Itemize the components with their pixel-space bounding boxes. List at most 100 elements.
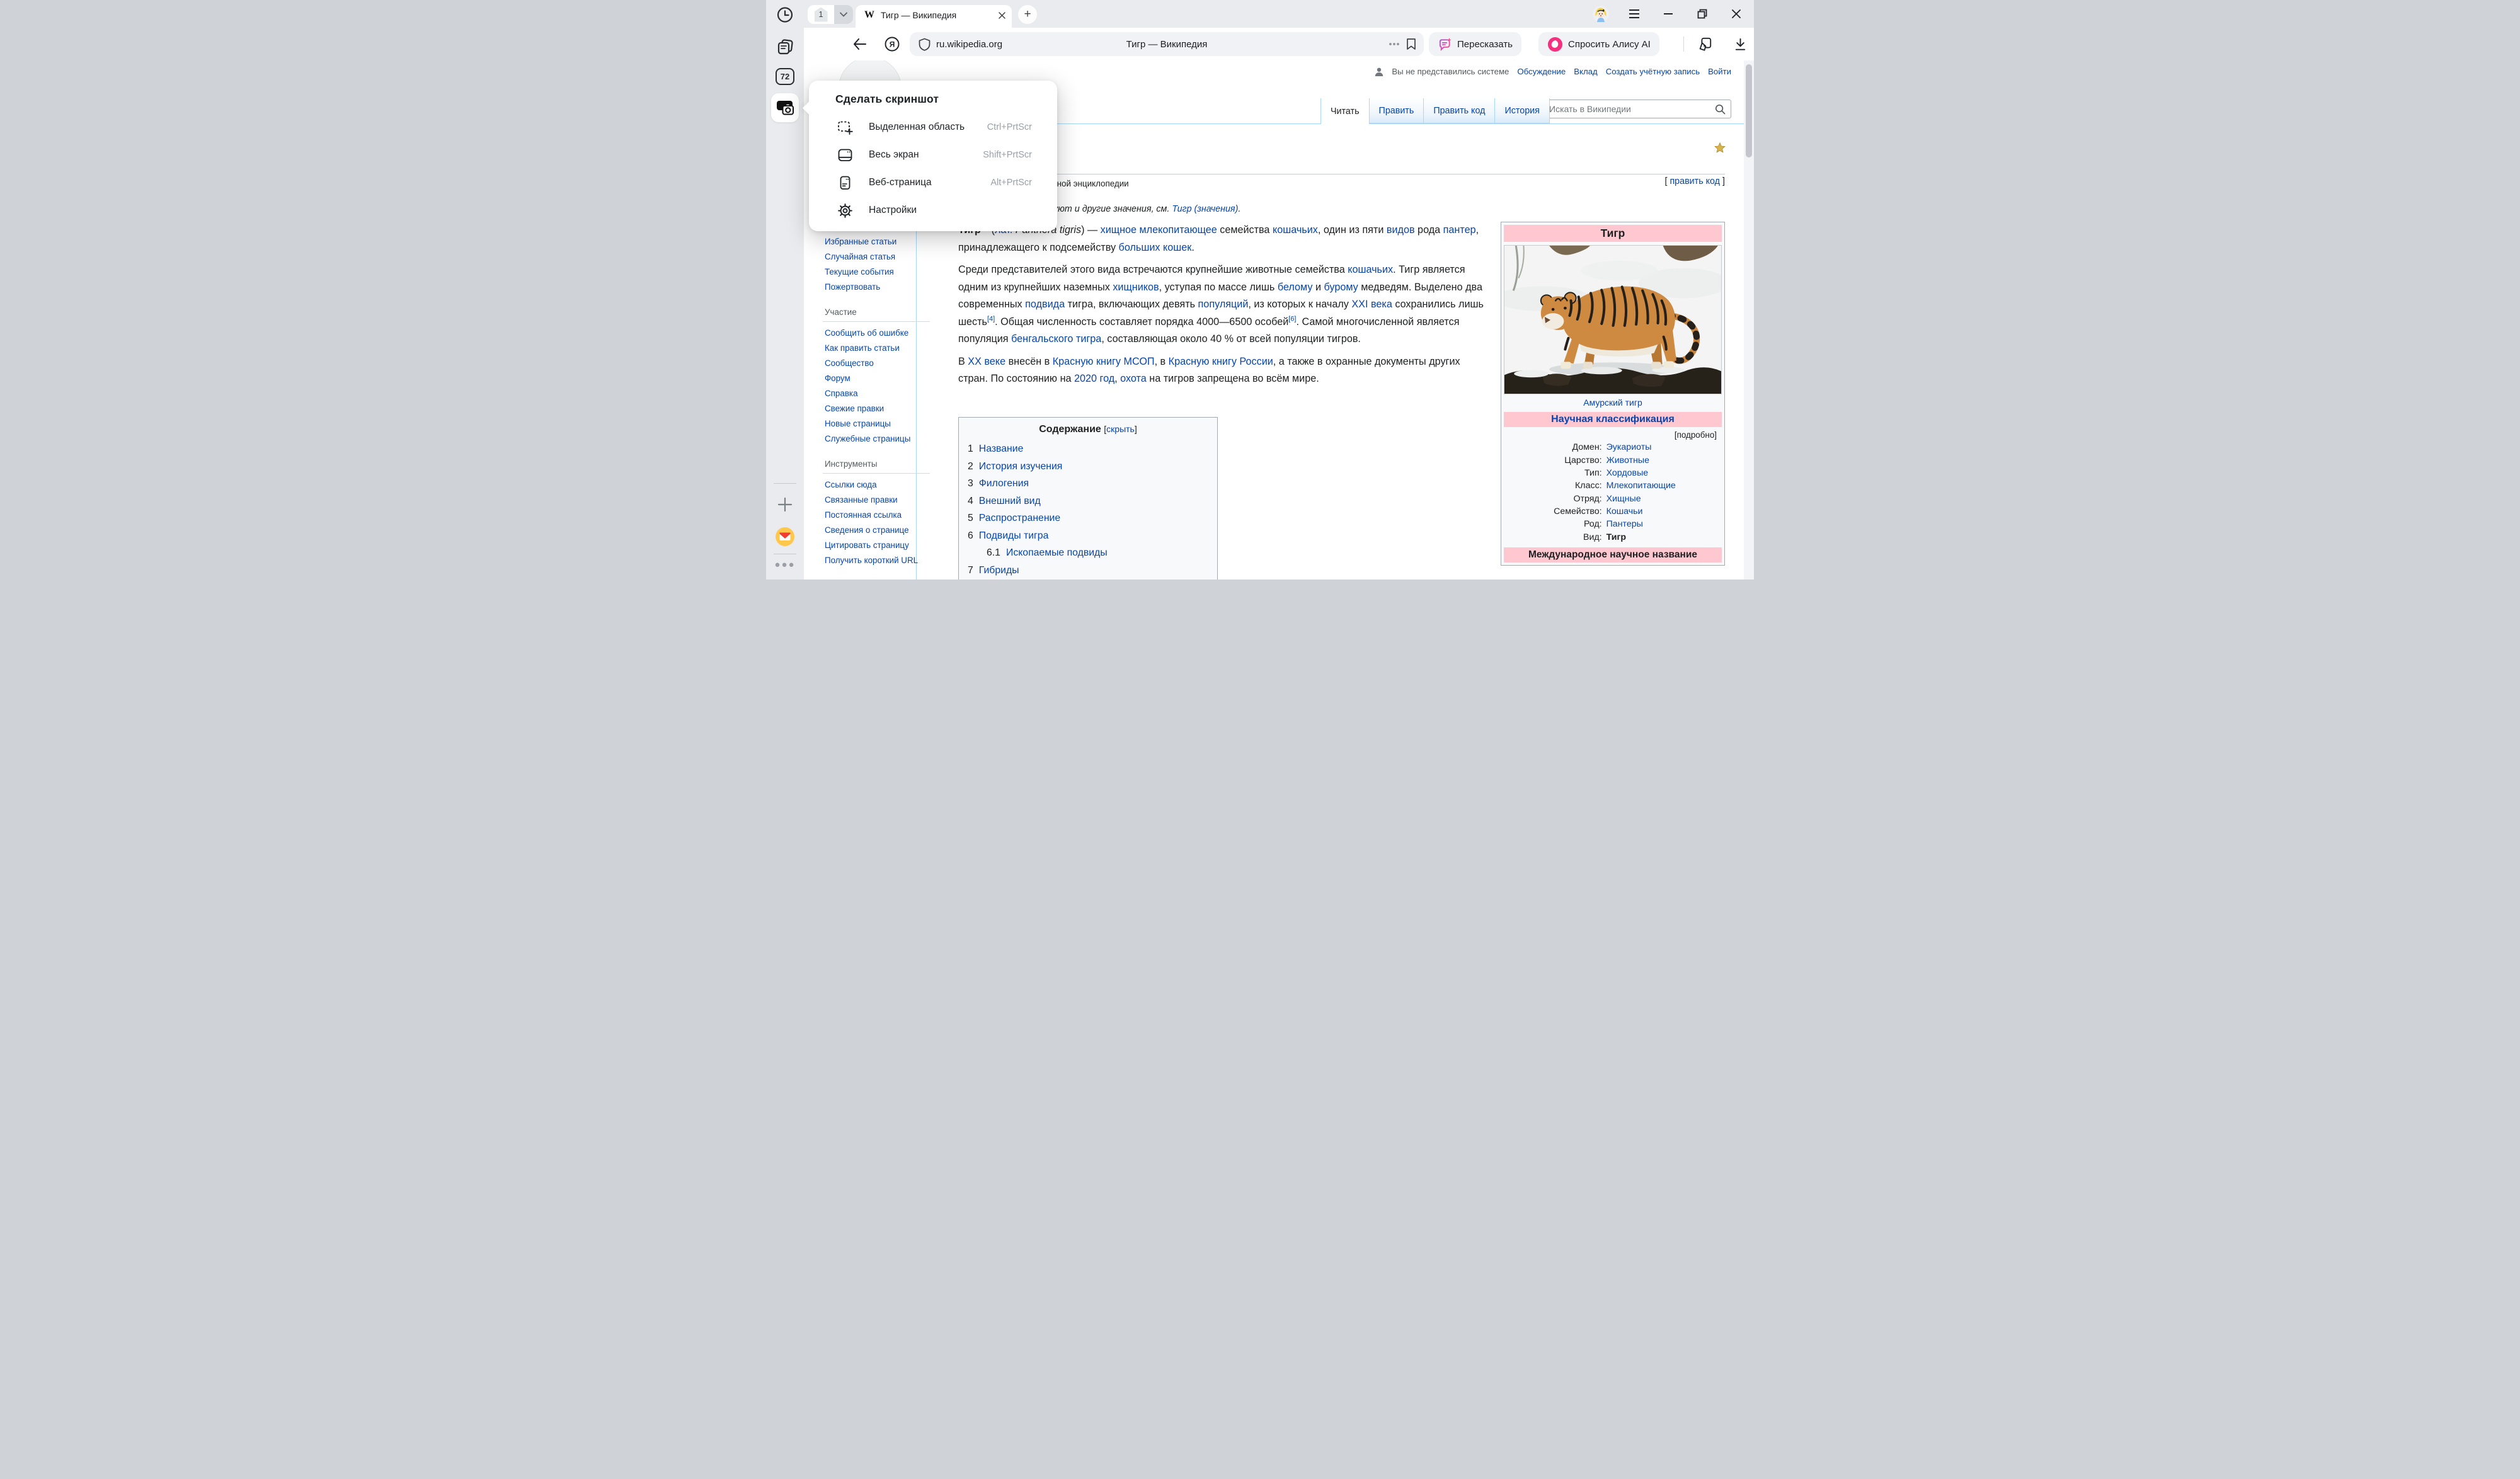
- rail-add-button[interactable]: [777, 496, 793, 513]
- notes-icon[interactable]: [1697, 37, 1712, 52]
- screenshot-menu: Сделать скриншот Выделенная область Ctrl…: [809, 81, 1057, 231]
- history-icon[interactable]: [777, 6, 794, 23]
- sidebar-item-how-to-edit[interactable]: Как править статьи: [823, 341, 930, 356]
- sidebar-item-what-links-here[interactable]: Ссылки сюда: [823, 477, 930, 493]
- sidebar-item-recent-changes[interactable]: Свежие правки: [823, 401, 930, 416]
- toc-hide-link[interactable]: скрыть: [1106, 424, 1135, 434]
- details-link[interactable]: [подробно]: [1504, 427, 1722, 441]
- taxon-kingdom-link[interactable]: Животные: [1606, 455, 1649, 465]
- table-row: Отряд:Хищные: [1504, 493, 1722, 505]
- classification-table: Домен:Эукариоты Царство:Животные Тип:Хор…: [1504, 441, 1722, 544]
- sidebar-header-participation: Участие: [823, 306, 930, 322]
- sidebar-item-current-events[interactable]: Текущие события: [823, 265, 930, 280]
- tab-group-pill[interactable]: 1: [808, 5, 853, 24]
- personal-link-contribs[interactable]: Вклад: [1574, 67, 1597, 76]
- scrollbar-thumb[interactable]: [1746, 64, 1752, 157]
- minimize-button[interactable]: [1660, 6, 1676, 22]
- url-text: ru.wikipedia.org: [936, 39, 1002, 50]
- sidebar-item-featured[interactable]: Избранные статьи: [823, 234, 930, 249]
- wiki-sidebar: Избранные статьи Случайная статья Текущи…: [823, 234, 930, 568]
- taxon-family-link[interactable]: Кошачьи: [1606, 506, 1643, 517]
- restore-button[interactable]: [1694, 6, 1710, 22]
- tab-history[interactable]: История: [1494, 98, 1549, 123]
- weather-badge[interactable]: 72: [776, 68, 794, 85]
- yandex-mail-icon[interactable]: [773, 525, 797, 549]
- omnibox[interactable]: ru.wikipedia.org Тигр — Википедия: [910, 32, 1424, 56]
- retell-button[interactable]: Пересказать: [1429, 32, 1521, 56]
- menu-item-settings[interactable]: Настройки: [809, 197, 1057, 224]
- personal-link-login[interactable]: Войти: [1708, 67, 1731, 76]
- tab-close-icon[interactable]: [999, 12, 1005, 19]
- retell-label: Пересказать: [1457, 39, 1513, 50]
- taxobox-title: Тигр: [1504, 225, 1722, 242]
- wiki-search-input[interactable]: [1549, 104, 1715, 114]
- selection-area-icon: [837, 119, 854, 136]
- tab-group-chevron-icon[interactable]: [834, 5, 853, 24]
- menu-item-selected-area[interactable]: Выделенная область Ctrl+PrtScr: [809, 113, 1057, 141]
- sidebar-item-related-changes[interactable]: Связанные правки: [823, 493, 930, 508]
- tiger-photo[interactable]: [1504, 245, 1722, 394]
- sidebar-item-report-error[interactable]: Сообщить об ошибке: [823, 326, 930, 341]
- amur-tiger-link[interactable]: Амурский тигр: [1583, 397, 1642, 408]
- toc-link-history[interactable]: История изучения: [979, 461, 1063, 472]
- sidebar-item-community[interactable]: Сообщество: [823, 356, 930, 371]
- profile-avatar[interactable]: [1593, 6, 1609, 22]
- taxon-class-link[interactable]: Млекопитающие: [1606, 481, 1676, 491]
- sidebar-item-short-url[interactable]: Получить короткий URL: [823, 553, 930, 568]
- toc-link-subspecies[interactable]: Подвиды тигра: [979, 530, 1049, 541]
- bookmark-icon[interactable]: [1406, 38, 1416, 50]
- menu-item-full-screen[interactable]: Весь экран Shift+PrtScr: [809, 141, 1057, 169]
- sidebar-item-permanent-link[interactable]: Постоянная ссылка: [823, 508, 930, 523]
- toc-link-hybrids[interactable]: Гибриды: [979, 565, 1019, 576]
- new-tab-button[interactable]: +: [1018, 5, 1037, 24]
- menu-item-web-page[interactable]: Веб-страница Alt+PrtScr: [809, 169, 1057, 197]
- personal-link-talk[interactable]: Обсуждение: [1517, 67, 1566, 76]
- personal-link-createaccount[interactable]: Создать учётную запись: [1606, 67, 1700, 76]
- active-tab[interactable]: W Тигр — Википедия: [856, 5, 1012, 28]
- sidebar-item-special-pages[interactable]: Служебные страницы: [823, 431, 930, 447]
- taxon-domain-link[interactable]: Эукариоты: [1606, 442, 1652, 452]
- toc-link-distribution[interactable]: Распространение: [979, 513, 1060, 523]
- browser-menu-icon[interactable]: [1626, 6, 1642, 22]
- sidebar-item-random[interactable]: Случайная статья: [823, 249, 930, 265]
- screenshot-tool-button[interactable]: [771, 93, 799, 122]
- tab-read[interactable]: Читать: [1320, 98, 1369, 124]
- sidebar-item-cite-page[interactable]: Цитировать страницу: [823, 538, 930, 553]
- toc-item: 6Подвиды тигра: [968, 527, 1208, 545]
- ask-alice-button[interactable]: Спросить Алису AI: [1538, 32, 1659, 56]
- yandex-search-icon[interactable]: Я: [885, 37, 900, 52]
- tab-group-badge: 1: [815, 8, 828, 22]
- edit-section-link[interactable]: [ править код ]: [1664, 176, 1725, 186]
- taxon-genus-link[interactable]: Пантеры: [1606, 519, 1643, 529]
- taxon-phylum-link[interactable]: Хордовые: [1606, 468, 1649, 478]
- featured-article-star-icon[interactable]: [1714, 142, 1726, 154]
- notes-stack-icon[interactable]: [776, 38, 794, 55]
- tab-edit[interactable]: Править: [1369, 98, 1424, 123]
- toc-link-name[interactable]: Название: [979, 443, 1024, 454]
- toc-link-phylogeny[interactable]: Филогения: [979, 478, 1029, 489]
- close-button[interactable]: [1728, 6, 1744, 22]
- wiki-search[interactable]: [1542, 100, 1731, 118]
- rail-more-icon[interactable]: ●●●: [774, 559, 795, 570]
- anon-notice: Вы не представились системе: [1392, 67, 1509, 76]
- site-security-shield-icon[interactable]: [919, 38, 931, 51]
- sidebar-item-forum[interactable]: Форум: [823, 371, 930, 386]
- search-icon[interactable]: [1715, 104, 1726, 115]
- sidebar-item-page-info[interactable]: Сведения о странице: [823, 523, 930, 538]
- toc-link-appearance[interactable]: Внешний вид: [979, 496, 1041, 506]
- taxon-order-link[interactable]: Хищные: [1606, 494, 1641, 504]
- tab-edit-source[interactable]: Править код: [1423, 98, 1494, 123]
- omnibox-more-icon[interactable]: [1389, 42, 1400, 46]
- sidebar-item-help[interactable]: Справка: [823, 386, 930, 401]
- toc-link-fossil-subspecies[interactable]: Ископаемые подвиды: [1006, 547, 1108, 558]
- toc-title: Содержание: [1039, 424, 1101, 435]
- edit-source-link[interactable]: править код: [1670, 176, 1720, 186]
- sidebar-item-donate[interactable]: Пожертвовать: [823, 280, 930, 295]
- back-icon[interactable]: [852, 37, 867, 52]
- downloads-icon[interactable]: [1732, 37, 1748, 52]
- sidebar-item-new-pages[interactable]: Новые страницы: [823, 416, 930, 431]
- gear-icon: [837, 202, 854, 219]
- page-scrollbar[interactable]: [1744, 60, 1754, 580]
- table-row: Семейство:Кошачьи: [1504, 505, 1722, 518]
- classification-link[interactable]: Научная классификация: [1551, 414, 1675, 425]
